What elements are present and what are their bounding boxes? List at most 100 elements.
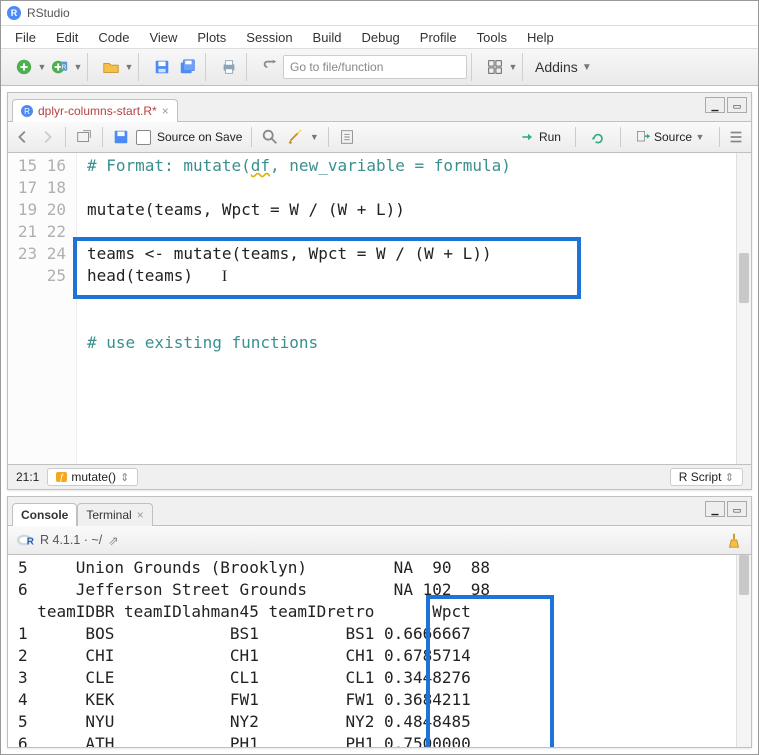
text-cursor-icon: I	[222, 268, 227, 285]
new-project-dropdown-icon[interactable]: ▼	[73, 62, 83, 72]
save-all-button[interactable]	[175, 54, 201, 80]
clear-console-button[interactable]	[725, 531, 743, 549]
forward-button[interactable]	[38, 128, 56, 146]
menu-debug[interactable]: Debug	[351, 28, 409, 47]
addins-label: Addins	[535, 59, 578, 75]
close-tab-icon[interactable]: ×	[162, 104, 169, 118]
panes-container: R dplyr-columns-start.R* × ▁ ▭ Source on…	[1, 86, 758, 754]
menu-code[interactable]: Code	[88, 28, 139, 47]
console-output[interactable]: 5 Union Grounds (Brooklyn) NA 90 88 6 Je…	[8, 555, 751, 747]
menu-profile[interactable]: Profile	[410, 28, 467, 47]
menu-build[interactable]: Build	[303, 28, 352, 47]
console-line: 4 KEK FW1 FW1 0.3684211	[18, 690, 471, 709]
workspace-panes-dropdown-icon[interactable]: ▼	[508, 62, 518, 72]
rstudio-app-icon: R	[7, 6, 21, 20]
rerun-button[interactable]	[583, 126, 613, 148]
find-replace-button[interactable]	[261, 128, 279, 146]
console-scroll-thumb[interactable]	[739, 555, 749, 595]
save-button[interactable]	[149, 54, 175, 80]
new-project-button[interactable]: R	[47, 54, 73, 80]
tab-console[interactable]: Console	[12, 503, 77, 526]
r-file-icon: R	[21, 105, 33, 117]
code-content[interactable]: # Format: mutate(df, new_variable = form…	[77, 153, 736, 464]
console-line: 5 NYU NY2 NY2 0.4848485	[18, 712, 471, 731]
source-on-save-label: Source on Save	[157, 130, 242, 144]
source-dropdown-icon[interactable]: ▼	[695, 132, 705, 142]
goto-file-input[interactable]: Go to file/function	[283, 55, 467, 79]
r-logo-icon: R	[16, 531, 34, 549]
code-editor[interactable]: 15 16 17 18 19 20 21 22 23 24 25 # Forma…	[8, 153, 751, 464]
minimize-console-button[interactable]: ▁	[705, 501, 725, 517]
source-tabbar: R dplyr-columns-start.R* × ▁ ▭	[8, 93, 751, 122]
console-scrollbar[interactable]	[736, 555, 751, 747]
print-button[interactable]	[216, 54, 242, 80]
addins-menu[interactable]: Addins ▼	[529, 59, 598, 75]
file-type-updown-icon: ⇕	[725, 472, 734, 484]
main-toolbar: ▼ R ▼ ▼	[1, 49, 758, 86]
workspace-panes-button[interactable]	[482, 54, 508, 80]
svg-text:R: R	[27, 537, 34, 548]
menu-help[interactable]: Help	[517, 28, 564, 47]
menubar: File Edit Code View Plots Session Build …	[1, 26, 758, 49]
rstudio-window: R RStudio File Edit Code View Plots Sess…	[0, 0, 759, 755]
close-terminal-icon[interactable]: ×	[137, 508, 144, 522]
source-button[interactable]: Source ▼	[628, 126, 712, 148]
open-file-button[interactable]	[98, 54, 124, 80]
code-tools-button[interactable]	[285, 128, 303, 146]
save-source-button[interactable]	[112, 128, 130, 146]
addins-dropdown-icon: ▼	[582, 62, 592, 73]
menu-tools[interactable]: Tools	[467, 28, 517, 47]
editor-scroll-thumb[interactable]	[739, 253, 749, 303]
console-line: teamIDBR teamIDlahman45 teamIDretro Wpct	[18, 602, 471, 621]
svg-text:R: R	[62, 64, 67, 71]
open-file-dropdown-icon[interactable]: ▼	[124, 62, 134, 72]
outline-button[interactable]	[727, 128, 745, 146]
compile-report-button[interactable]	[338, 128, 356, 146]
minimize-pane-button[interactable]: ▁	[705, 97, 725, 113]
menu-plots[interactable]: Plots	[187, 28, 236, 47]
console-toolbar: R R 4.1.1 · ~/ ⇗	[8, 526, 751, 555]
file-type-selector[interactable]: R Script ⇕	[670, 468, 743, 486]
maximize-pane-button[interactable]: ▭	[727, 97, 747, 113]
source-tab[interactable]: R dplyr-columns-start.R* ×	[12, 99, 178, 122]
console-tabbar: Console Terminal × ▁ ▭	[8, 497, 751, 526]
source-on-save-checkbox[interactable]	[136, 130, 151, 145]
tab-terminal[interactable]: Terminal ×	[77, 503, 152, 526]
source-pane-controls: ▁ ▭	[705, 97, 747, 113]
goto-file-placeholder: Go to file/function	[290, 60, 383, 74]
source-button-label: Source	[654, 130, 692, 144]
back-button[interactable]	[14, 128, 32, 146]
console-pane-controls: ▁ ▭	[705, 501, 747, 517]
cursor-position: 21:1	[16, 470, 39, 484]
new-file-dropdown-icon[interactable]: ▼	[37, 62, 47, 72]
menu-session[interactable]: Session	[236, 28, 302, 47]
new-file-button[interactable]	[11, 54, 37, 80]
menu-view[interactable]: View	[139, 28, 187, 47]
scope-updown-icon: ⇕	[120, 471, 129, 484]
maximize-console-button[interactable]: ▭	[727, 501, 747, 517]
console-line: 6 Jefferson Street Grounds NA 102 98	[18, 580, 490, 599]
console-line: 5 Union Grounds (Brooklyn) NA 90 88	[18, 558, 490, 577]
function-badge-icon: ƒ	[56, 472, 67, 482]
code-tools-dropdown-icon[interactable]: ▼	[309, 132, 319, 142]
app-title: RStudio	[27, 6, 70, 20]
line-gutter: 15 16 17 18 19 20 21 22 23 24 25	[8, 153, 77, 464]
console-line: 1 BOS BS1 BS1 0.6666667	[18, 624, 471, 643]
run-button[interactable]: Run	[513, 126, 568, 148]
menu-edit[interactable]: Edit	[46, 28, 88, 47]
source-status-bar: 21:1 ƒ mutate() ⇕ R Script ⇕	[8, 464, 751, 489]
titlebar: R RStudio	[1, 1, 758, 26]
console-pane: Console Terminal × ▁ ▭ R R 4.1.1 · ~/ ⇗	[7, 496, 752, 748]
file-type-label: R Script	[679, 470, 722, 484]
editor-scrollbar[interactable]	[736, 153, 751, 464]
source-toolbar: Source on Save ▼ Run	[8, 122, 751, 153]
goto-prev-button[interactable]	[257, 54, 283, 80]
menu-file[interactable]: File	[5, 28, 46, 47]
console-line: 6 ATH PH1 PH1 0.7500000	[18, 734, 471, 747]
show-in-new-window-button[interactable]	[75, 128, 93, 146]
scope-breadcrumb[interactable]: ƒ mutate() ⇕	[47, 468, 138, 486]
run-label: Run	[539, 130, 561, 144]
wd-popout-icon[interactable]: ⇗	[108, 533, 118, 548]
console-line: 3 CLE CL1 CL1 0.3448276	[18, 668, 471, 687]
console-line: 2 CHI CH1 CH1 0.6785714	[18, 646, 471, 665]
